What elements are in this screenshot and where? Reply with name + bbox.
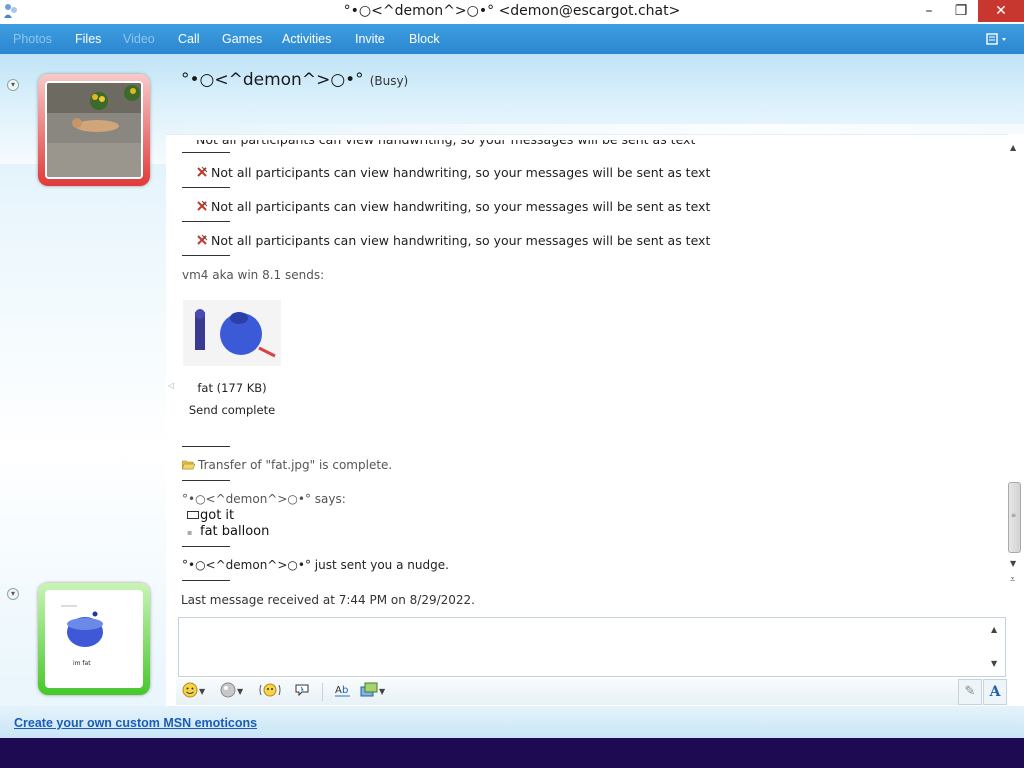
wink-button[interactable]: ▼ <box>220 681 243 701</box>
conversation-top-border <box>166 134 1008 135</box>
scroll-up-arrow-icon[interactable]: ▲ <box>1010 143 1016 152</box>
menu-item-files[interactable]: Files <box>75 32 101 46</box>
font-tab-icon[interactable]: A <box>983 679 1007 705</box>
input-scroll-down-arrow-icon[interactable]: ▼ <box>991 659 997 668</box>
handwriting-tab-icon[interactable]: ✎ <box>958 679 982 705</box>
toolbar-separator <box>322 683 323 701</box>
contact-picture <box>45 81 143 179</box>
scrollbar-grip-icon: ≡ <box>1011 512 1017 519</box>
message-divider <box>182 446 230 447</box>
menu-item-games[interactable]: Games <box>222 32 262 46</box>
nudge-icon <box>259 683 281 697</box>
maximize-button[interactable]: ❐ <box>944 0 978 22</box>
file-name: fat (177 KB) <box>197 381 267 395</box>
menu-item-video[interactable]: Video <box>123 32 155 46</box>
contact-name: °•○<^demon^>○•° <box>181 70 364 90</box>
input-scroll-up-arrow-icon[interactable]: ▲ <box>991 625 997 634</box>
message-divider <box>182 480 230 481</box>
file-thumbnail[interactable] <box>183 300 281 366</box>
menu-item-call[interactable]: Call <box>178 32 200 46</box>
speech-bubble-icon <box>295 684 309 697</box>
sender-says-line: °•○<^demon^>○•° says: <box>182 492 346 506</box>
user-picture-frame[interactable]: im fat <box>38 583 150 695</box>
file-thumbnail-image <box>183 300 281 366</box>
file-sender-line: vm4 aka win 8.1 sends: <box>182 268 325 282</box>
resize-input-toggle[interactable]: ⩡ <box>1010 575 1015 585</box>
handwriting-blocked-icon <box>197 200 208 211</box>
system-message: Not all participants can view handwritin… <box>196 165 710 180</box>
message-divider <box>182 546 230 547</box>
bullet-icon: ▪ <box>187 528 193 537</box>
menu-item-block[interactable]: Block <box>409 32 440 46</box>
background-button[interactable]: ▼ <box>360 681 385 701</box>
menu-item-activities[interactable]: Activities <box>282 32 331 46</box>
contact-picture-frame[interactable] <box>38 74 150 186</box>
user-picture-image <box>47 592 141 686</box>
spell-check-icon: A b <box>335 685 350 697</box>
handwriting-blocked-icon <box>197 234 208 245</box>
svg-text:A: A <box>335 685 342 696</box>
menu-item-invite[interactable]: Invite <box>355 32 385 46</box>
system-message: Not all participants can view handwritin… <box>196 199 710 214</box>
nudge-notice: °•○<^demon^>○•° just sent you a nudge. <box>182 558 449 572</box>
message-divider <box>182 221 230 222</box>
collapse-contact-picture-button[interactable]: ▾ <box>7 79 19 91</box>
transfer-notice: Transfer of "fat.jpg" is complete. <box>181 458 392 472</box>
spell-check-button[interactable]: A b <box>334 681 352 701</box>
svg-text:b: b <box>342 685 348 696</box>
wink-icon <box>220 682 236 698</box>
minimize-button[interactable]: – <box>912 0 946 22</box>
last-message-timestamp: Last message received at 7:44 PM on 8/29… <box>181 593 475 607</box>
voice-clip-button[interactable] <box>294 681 310 701</box>
expand-arrow-icon[interactable]: ◁ <box>168 381 174 390</box>
contact-header: °•○<^demon^>○•° (Busy) <box>181 70 408 90</box>
unsupported-glyph-icon <box>187 511 199 519</box>
scroll-down-arrow-icon[interactable]: ▼ <box>1010 559 1016 568</box>
smiley-icon <box>182 682 198 698</box>
title-bar: °•○<^demon^>○•° <demon@escargot.chat> – … <box>0 0 1024 24</box>
message-input[interactable] <box>178 617 1006 677</box>
window-title: °•○<^demon^>○•° <demon@escargot.chat> <box>343 3 681 19</box>
collapse-user-picture-button[interactable]: ▾ <box>7 588 19 600</box>
close-button[interactable]: ✕ <box>978 0 1024 22</box>
nudge-button[interactable] <box>258 681 282 701</box>
open-folder-icon <box>181 460 196 470</box>
taskbar <box>0 738 1024 768</box>
system-message: Not all participants can view handwritin… <box>196 233 710 248</box>
user-picture-caption: im fat <box>73 660 91 667</box>
menu-item-photos[interactable]: Photos <box>13 32 52 46</box>
emoticon-button[interactable]: ▼ <box>182 681 205 701</box>
menu-bar: Photos Files Video Call Games Activities… <box>0 24 1024 54</box>
chat-message: got it <box>187 508 234 523</box>
message-divider <box>182 580 230 581</box>
file-transfer-status: Send complete <box>188 403 276 417</box>
user-picture: im fat <box>45 590 143 688</box>
message-divider <box>182 152 230 153</box>
contact-status: (Busy) <box>369 74 409 88</box>
create-emoticons-link[interactable]: Create your own custom MSN emoticons <box>14 716 257 730</box>
chat-message: ▪ fat balloon <box>187 524 270 539</box>
contact-photo-image <box>47 83 141 177</box>
message-divider <box>182 187 230 188</box>
background-image-icon <box>360 682 378 697</box>
handwriting-blocked-icon <box>197 166 208 177</box>
message-divider <box>182 255 230 256</box>
menu-options-icon[interactable] <box>984 30 1016 48</box>
